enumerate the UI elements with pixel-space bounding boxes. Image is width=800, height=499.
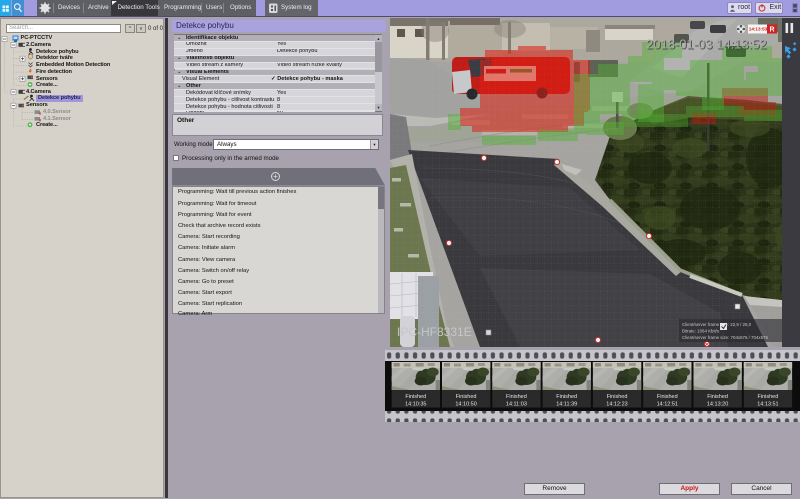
svg-text:2018-01-03 14:13:52: 2018-01-03 14:13:52 xyxy=(646,37,767,52)
svg-text:14:13:20: 14:13:20 xyxy=(707,402,728,408)
svg-text:14:10:35: 14:10:35 xyxy=(405,402,426,408)
svg-text:14:10:50: 14:10:50 xyxy=(455,402,476,408)
svg-text:Client/server frame size: 704x: Client/server frame size: 704x576 / 704x… xyxy=(682,335,768,340)
svg-text:Finished: Finished xyxy=(707,394,728,400)
svg-text:R: R xyxy=(770,27,775,34)
svg-text:14:12:51: 14:12:51 xyxy=(657,402,678,408)
svg-text:14:13:53: 14:13:53 xyxy=(749,27,768,32)
svg-text:Finished: Finished xyxy=(556,394,577,400)
svg-text:Finished: Finished xyxy=(506,394,527,400)
svg-text:Finished: Finished xyxy=(456,394,477,400)
svg-text:Client/server frame rate: 22,9: Client/server frame rate: 22,9 / 25,0 xyxy=(682,322,752,327)
svg-text:14:12:23: 14:12:23 xyxy=(606,402,627,408)
svg-text:Finished: Finished xyxy=(405,394,426,400)
svg-text:Finished: Finished xyxy=(607,394,628,400)
svg-text:Finished: Finished xyxy=(657,394,678,400)
svg-text:14:11:03: 14:11:03 xyxy=(506,402,527,408)
svg-text:Bitrate: 1064 Kbit/s: Bitrate: 1064 Kbit/s xyxy=(682,329,720,334)
svg-text:14:11:39: 14:11:39 xyxy=(556,402,577,408)
svg-text:14:13:51: 14:13:51 xyxy=(757,402,778,408)
svg-text:Finished: Finished xyxy=(758,394,779,400)
svg-text:IPC-HF8331E: IPC-HF8331E xyxy=(397,325,472,339)
